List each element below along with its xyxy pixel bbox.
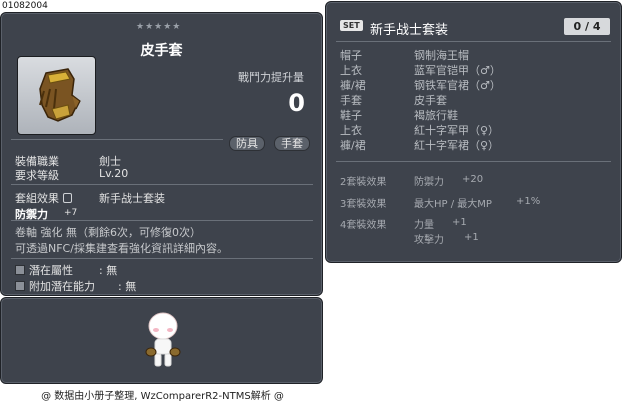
set-effect-stat: 力量 [414, 220, 434, 231]
set-item-slot: 上衣 [340, 64, 362, 77]
set-effect-value: +1% [516, 196, 541, 207]
set-effect-stat: 攻擊力 [414, 235, 444, 246]
set-item-slot: 帽子 [340, 49, 362, 62]
set-item-name: 钢制海王帽 [414, 49, 469, 62]
star-rating: ★★★★★ [136, 22, 182, 32]
set-item-name: 钢铁军官裙（♂） [414, 79, 501, 92]
set-effect-label: 3套裝效果 [340, 199, 387, 210]
footer-credit: @ 数据由小册子整理, WzComparerR2-NTMS解析 @ [41, 391, 284, 402]
set-item-name: 紅十字军甲（♀） [414, 124, 500, 137]
set-effect-row[interactable]: 套組效果 [15, 190, 72, 206]
additional-potential-value: : 無 [118, 280, 137, 293]
set-effect-value: +20 [462, 174, 484, 185]
tag-glove: 手套 [274, 136, 310, 151]
item-id: 01082004 [2, 1, 48, 11]
set-item-name: 蓝军官铠甲（♂） [414, 64, 501, 77]
additional-potential-row: 附加潛在能力 [15, 278, 95, 294]
leather-glove-icon [39, 68, 81, 122]
set-effect-stat: 防禦力 [414, 177, 444, 188]
set-effect-label: 2套裝效果 [340, 177, 387, 188]
divider [11, 220, 313, 221]
set-effect-label: 4套裝效果 [340, 220, 387, 231]
upgrade-text: 卷軸 強化 無（剩餘6次，可修復0次） [15, 226, 201, 239]
item-tooltip-panel: ★★★★★ 皮手套 戰鬥力提升量 0 防具 手套 裝備職業 劍士 要求等級 Lv… [0, 12, 323, 296]
enhance-text: 可透過NFC/採集建查看強化資訊詳細內容。 [15, 242, 228, 255]
req-level-label: 要求等級 [15, 169, 59, 182]
set-item-name: 褐旅行鞋 [414, 109, 458, 122]
stat-value: +7 [64, 208, 78, 218]
potential-value: : 無 [99, 264, 118, 277]
additional-potential-label: 附加潛在能力 [29, 280, 95, 293]
set-item-slot: 上衣 [340, 124, 362, 137]
req-level-value: Lv.20 [99, 167, 129, 180]
set-effect-label: 套組效果 [15, 192, 59, 205]
potential-row: 潛在屬性 [15, 262, 73, 278]
character-preview-panel [0, 297, 323, 384]
potential-icon [15, 265, 25, 275]
set-item-slot: 褲/裙 [340, 139, 366, 152]
set-item-slot: 褲/裙 [340, 79, 366, 92]
set-effect-value: +1 [464, 232, 479, 243]
attack-increase-label: 戰鬥力提升量 [238, 71, 304, 84]
divider [336, 41, 611, 42]
character-avatar [145, 312, 181, 367]
set-item-name: 皮手套 [414, 94, 447, 107]
attack-increase-value: 0 [288, 89, 305, 117]
additional-potential-icon [15, 281, 25, 291]
set-effect-stat: 最大HP / 最大MP [414, 199, 492, 210]
divider [11, 258, 313, 259]
set-name: 新手战士套装 [370, 23, 449, 38]
tag-armor: 防具 [229, 136, 265, 151]
divider [11, 139, 223, 140]
set-item-name: 紅十字军裙（♀） [414, 139, 500, 152]
set-effect-value: 新手战士套装 [99, 192, 165, 205]
potential-label: 潛在屬性 [29, 264, 73, 277]
set-item-slot: 手套 [340, 94, 362, 107]
set-count: 0 / 4 [564, 18, 610, 35]
item-icon-frame [17, 56, 96, 135]
set-info-panel: SET 新手战士套装 0 / 4 帽子 钢制海王帽 上衣 蓝军官铠甲（♂） 褲/… [325, 1, 622, 263]
lock-icon [63, 193, 72, 203]
set-badge: SET [340, 20, 363, 31]
divider [336, 161, 611, 162]
divider [11, 184, 313, 185]
set-effect-value: +1 [452, 217, 467, 228]
set-item-slot: 鞋子 [340, 109, 362, 122]
